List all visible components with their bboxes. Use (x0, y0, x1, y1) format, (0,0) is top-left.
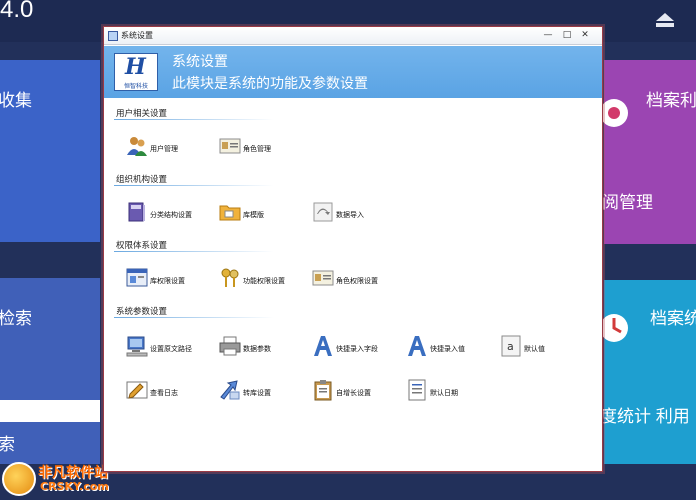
watermark-subtitle: CRSKY.com (40, 480, 109, 493)
banner-description: 此模块是系统的功能及参数设置 (172, 76, 368, 92)
section-title-params: 系统参数设置 (116, 307, 168, 317)
data-parameters-label: 数据参数 (243, 345, 271, 353)
flower-icon (600, 99, 628, 127)
close-button[interactable]: ✕ (578, 29, 592, 42)
text-a-icon: a (501, 335, 521, 357)
user-management-label: 用户管理 (150, 145, 178, 153)
import-icon (313, 202, 333, 222)
auto-increment-label: 自增长设置 (336, 389, 371, 397)
books-icon (128, 202, 145, 222)
tile-search-label: 检索 (0, 309, 32, 328)
default-date-label: 默认日期 (430, 389, 458, 397)
section-title-org: 组织机构设置 (116, 175, 168, 185)
quick-entry-field-label: 快捷录入字段 (336, 345, 378, 353)
role-permission-label: 角色权限设置 (336, 277, 378, 285)
system-settings-dialog: 系统设置 — □ ✕ H 恒智科技 系统设置 此模块是系统的功能及参数设置 用户… (103, 26, 603, 472)
transfer-settings-label: 转库设置 (243, 389, 271, 397)
settings-content: 用户相关设置 用户管理 角色管理 组织机构设置 分类结构设置 库模版 数据导入 … (104, 99, 602, 471)
dialog-banner: H 恒智科技 系统设置 此模块是系统的功能及参数设置 (104, 46, 602, 98)
id-card-icon (219, 138, 241, 154)
letter-a-icon (314, 336, 332, 356)
watermark-emblem-icon (2, 462, 36, 496)
computer-icon (126, 336, 148, 357)
tile-collect[interactable]: 收集 (0, 60, 100, 242)
tile-search[interactable]: 检索 索 (0, 278, 100, 464)
minimize-button[interactable]: — (541, 29, 555, 42)
section-title-permission: 权限体系设置 (116, 241, 168, 251)
role-management-label: 角色管理 (243, 145, 271, 153)
clipboard-icon (314, 380, 332, 401)
eject-icon[interactable] (654, 12, 676, 28)
set-source-path-label: 设置原文路径 (150, 345, 192, 353)
transfer-icon (220, 380, 240, 400)
tile-archive-use[interactable]: 档案利 阅管理 (600, 60, 696, 244)
log-icon (126, 381, 148, 399)
function-permission-label: 功能权限设置 (243, 277, 285, 285)
watermark-title: 非凡软件站 (38, 465, 108, 481)
document-icon (408, 379, 426, 401)
section-divider (114, 317, 274, 318)
logo-text: 恒智科技 (123, 83, 148, 90)
dialog-title: 系统设置 (121, 31, 153, 40)
data-import-label: 数据导入 (336, 211, 364, 219)
section-divider (114, 119, 274, 120)
id-card-icon (312, 270, 334, 286)
users-icon (127, 137, 147, 156)
letter-a-icon (408, 336, 426, 356)
maximize-button[interactable]: □ (560, 29, 574, 42)
company-logo: H 恒智科技 (114, 53, 158, 91)
tile-collect-label: 收集 (0, 91, 32, 110)
logo-mark-icon: H (125, 54, 146, 80)
dialog-titlebar[interactable]: 系统设置 — □ ✕ (104, 27, 602, 45)
section-divider (114, 185, 274, 186)
tile-archive-stats[interactable]: 档案统 度统计 利用 (600, 280, 696, 464)
printer-icon (219, 336, 241, 356)
tile-archive-use-sublabel: 阅管理 (602, 193, 653, 212)
search-input[interactable] (0, 400, 100, 422)
tile-archive-stats-sublabel: 度统计 利用 (600, 407, 690, 426)
banner-heading: 系统设置 (172, 54, 228, 70)
clock-icon (600, 314, 628, 342)
default-value-label: 默认值 (524, 345, 545, 353)
quick-entry-value-label: 快捷录入值 (430, 345, 465, 353)
view-log-label: 查看日志 (150, 389, 178, 397)
svg-text:a: a (507, 340, 514, 353)
section-title-user: 用户相关设置 (116, 109, 168, 119)
tile-archive-use-label: 档案利 (646, 91, 696, 110)
section-divider (114, 251, 274, 252)
tile-search-sublabel: 索 (0, 435, 15, 454)
window-permission-icon (126, 268, 148, 287)
window-icon (108, 31, 118, 41)
tile-archive-stats-label: 档案统 (650, 309, 696, 328)
folder-icon (219, 205, 241, 221)
library-template-label: 库模版 (243, 211, 264, 219)
library-permission-label: 库权限设置 (150, 277, 185, 285)
keys-icon (221, 268, 239, 287)
category-structure-label: 分类结构设置 (150, 211, 192, 219)
app-version-title: 4.0 (0, 0, 34, 23)
